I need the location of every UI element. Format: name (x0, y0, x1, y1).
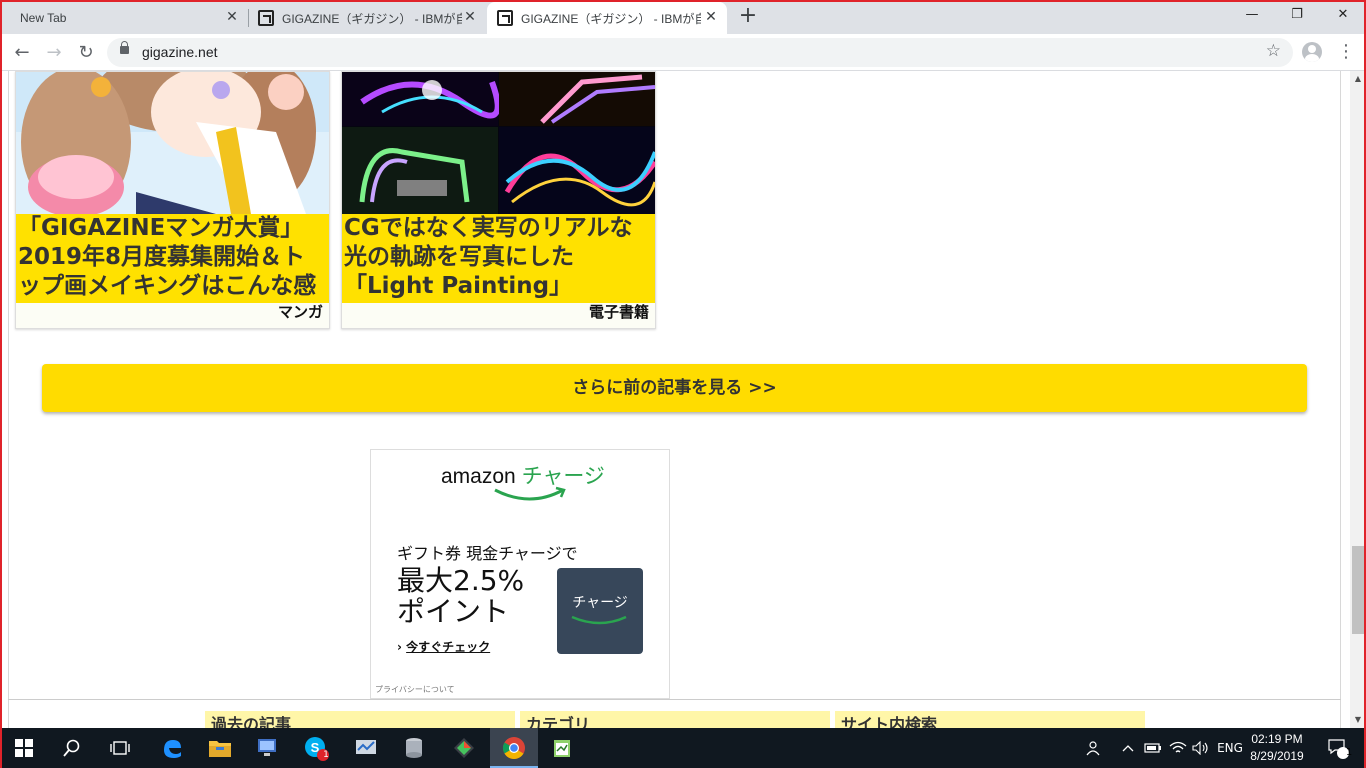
url-text[interactable]: gigazine.net (142, 44, 218, 60)
task-view-icon (110, 741, 130, 755)
clock-date: 8/29/2019 (1250, 749, 1304, 763)
page-scrollbar[interactable]: ▲ ▼ (1350, 71, 1366, 728)
browser-toolbar: ← → ↻ gigazine.net ☆ ⋮ (0, 34, 1366, 71)
ad-check-link[interactable]: › 今すぐチェック (397, 638, 490, 655)
tab-strip: New Tab ✕ GIGAZINE（ギガジン） - IBMが自 ✕ GIGAZ… (0, 0, 1366, 34)
windows-taskbar: S 1 ENG 02:19 PM 8/29/2019 1 (0, 728, 1366, 768)
categories-header: カテゴリ (520, 711, 830, 728)
tab-label: GIGAZINE（ギガジン） - IBMが自 (282, 11, 462, 26)
reload-button[interactable]: ↻ (73, 40, 99, 66)
scroll-up-arrow-icon[interactable]: ▲ (1350, 71, 1366, 87)
scrollbar-thumb[interactable] (1352, 546, 1364, 634)
tab-gigazine-1[interactable]: GIGAZINE（ギガジン） - IBMが自 ✕ (250, 2, 486, 34)
site-search-header: サイト内検索 (835, 711, 1145, 728)
taskbar-remote-desktop[interactable] (244, 728, 292, 768)
amazon-charge-ad[interactable]: amazon チャージ ギフト券 現金チャージで 最大2.5% ポイント › 今… (370, 449, 670, 699)
notepad-icon (554, 740, 570, 757)
ad-points: ポイント (397, 595, 510, 628)
taskbar-chrome[interactable] (490, 728, 538, 768)
profile-avatar[interactable] (1302, 42, 1322, 62)
article-title[interactable]: CGではなく実写のリアルな光の軌跡を写真にした「Light Painting」 (342, 214, 655, 303)
address-bar[interactable]: gigazine.net ☆ (107, 38, 1293, 67)
windows-logo-icon (15, 739, 33, 757)
taskbar-clock[interactable]: 02:19 PM 8/29/2019 (1244, 731, 1310, 765)
past-articles-header: 過去の記事 (205, 711, 515, 728)
close-window-button[interactable]: ✕ (1320, 0, 1366, 30)
network-wifi-icon[interactable] (1166, 728, 1190, 768)
input-language-indicator[interactable]: ENG (1214, 728, 1246, 768)
taskbar-notepad-app[interactable] (538, 728, 586, 768)
ad-privacy-link[interactable]: プライバシーについて (375, 684, 455, 695)
battery-icon[interactable] (1142, 728, 1164, 768)
chevron-right-icon: › (397, 640, 402, 654)
taskbar-database-app[interactable] (390, 728, 438, 768)
taskbar-monitor-app[interactable] (342, 728, 390, 768)
ad-charge-button[interactable]: チャージ (557, 568, 643, 654)
start-button[interactable] (0, 728, 48, 768)
article-thumbnail[interactable] (16, 72, 329, 214)
performance-monitor-icon (356, 740, 376, 754)
article-thumbnail[interactable] (342, 72, 655, 214)
article-card-manga[interactable]: 「GIGAZINEマンガ大賞」2019年8月度募集開始＆トップ画メイキングはこん… (15, 71, 330, 329)
task-view-button[interactable] (96, 728, 144, 768)
gigazine-favicon-icon (497, 10, 513, 26)
database-icon (406, 738, 422, 758)
amazon-smile-icon (494, 486, 566, 501)
people-icon[interactable] (1082, 728, 1106, 768)
edge-icon (164, 740, 181, 758)
remote-desktop-icon (258, 739, 276, 756)
bookmark-star-icon[interactable]: ☆ (1266, 41, 1281, 61)
scroll-down-arrow-icon[interactable]: ▼ (1350, 712, 1366, 728)
close-tab-icon[interactable]: ✕ (703, 9, 719, 25)
forward-button[interactable]: → (41, 40, 67, 66)
skype-badge-count: 1 (323, 750, 329, 760)
tab-label: GIGAZINE（ギガジン） - IBMが自 (521, 11, 701, 26)
lock-icon (120, 41, 129, 54)
ad-check-label[interactable]: 今すぐチェック (406, 640, 490, 654)
git-diamond-icon (454, 738, 474, 758)
close-tab-icon[interactable]: ✕ (462, 9, 478, 25)
article-title[interactable]: 「GIGAZINEマンガ大賞」2019年8月度募集開始＆トップ画メイキングはこん… (16, 214, 329, 303)
minimize-button[interactable]: — (1229, 0, 1275, 30)
back-button[interactable]: ← (9, 40, 35, 66)
folder-icon (209, 741, 231, 757)
article-card-light-painting[interactable]: CGではなく実写のリアルな光の軌跡を写真にした「Light Painting」 … (341, 71, 656, 329)
chrome-icon (503, 737, 525, 759)
amazon-logo-text: amazon (441, 465, 516, 488)
clock-time: 02:19 PM (1251, 732, 1303, 746)
page-viewport: 「GIGAZINEマンガ大賞」2019年8月度募集開始＆トップ画メイキングはこん… (0, 71, 1350, 728)
volume-icon[interactable] (1190, 728, 1212, 768)
new-tab-button[interactable]: + (737, 5, 759, 28)
taskbar-git-app[interactable] (440, 728, 488, 768)
notification-count: 1 (1345, 747, 1353, 758)
browser-menu-icon[interactable]: ⋮ (1337, 40, 1355, 66)
tab-gigazine-2[interactable]: GIGAZINE（ギガジン） - IBMが自 ✕ (487, 2, 727, 34)
search-icon (63, 739, 80, 757)
more-articles-button[interactable]: さらに前の記事を見る >> (42, 364, 1307, 412)
tab-label: New Tab (20, 11, 67, 25)
amazon-charge-text: チャージ (521, 465, 605, 488)
ad-charge-button-label: チャージ (572, 595, 628, 611)
article-category[interactable]: 電子書籍 (589, 301, 649, 322)
maximize-button[interactable]: ❐ (1274, 0, 1320, 30)
tab-new-tab[interactable]: New Tab ✕ (4, 2, 248, 34)
ad-headline: ギフト券 現金チャージで (397, 544, 578, 563)
taskbar-file-explorer[interactable] (196, 728, 244, 768)
show-hidden-icons-chevron-up-icon[interactable] (1118, 728, 1138, 768)
amazon-smile-icon (571, 615, 627, 625)
close-tab-icon[interactable]: ✕ (224, 9, 240, 25)
search-button[interactable] (48, 728, 96, 768)
taskbar-skype[interactable]: S 1 (292, 728, 340, 768)
article-category[interactable]: マンガ (278, 301, 323, 322)
action-center-button[interactable]: 1 (1318, 728, 1358, 768)
ad-rate: 最大2.5% (397, 564, 525, 597)
taskbar-edge[interactable] (148, 728, 196, 768)
gigazine-favicon-icon (258, 10, 274, 26)
